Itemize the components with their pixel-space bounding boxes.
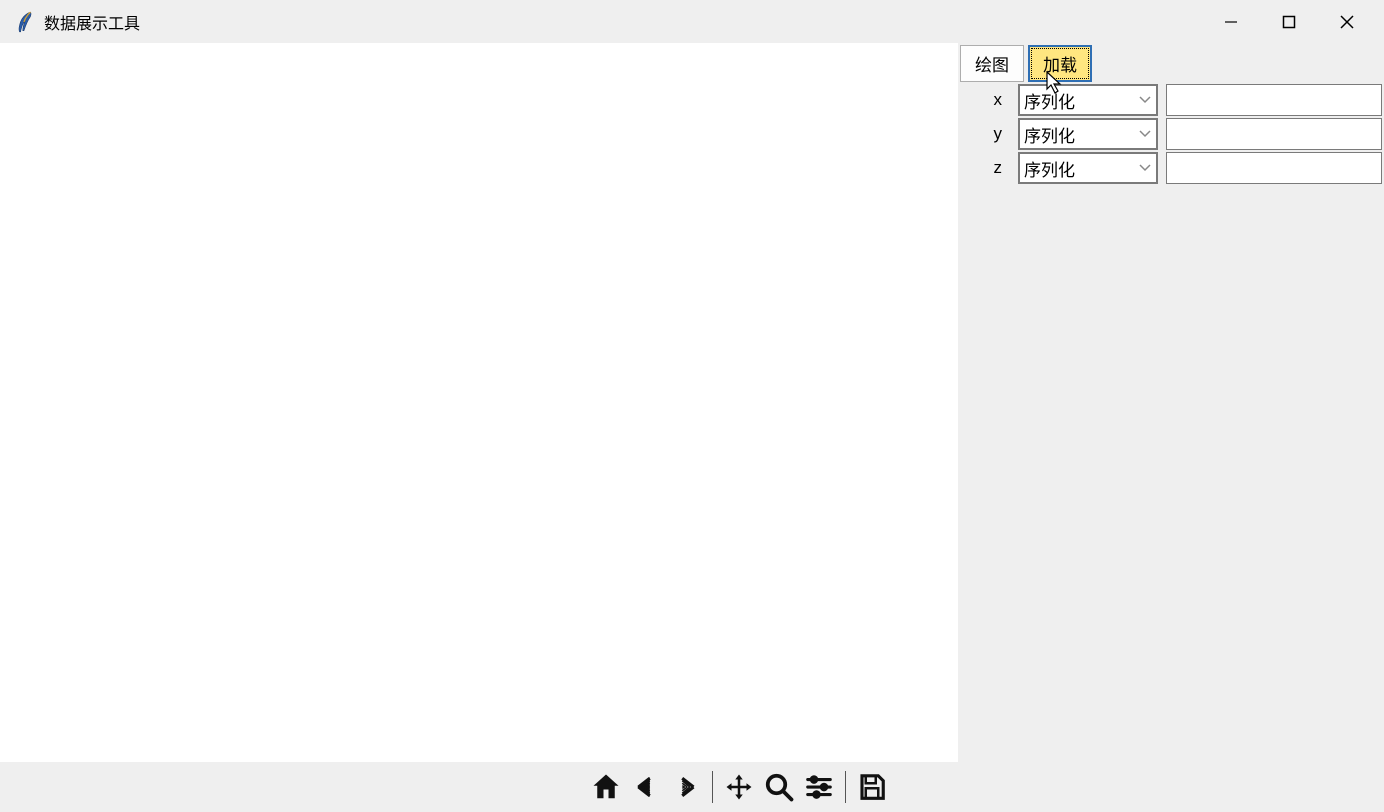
- y-label: y: [960, 124, 1018, 144]
- y-entry[interactable]: [1166, 118, 1382, 150]
- home-button[interactable]: [586, 767, 626, 807]
- z-entry[interactable]: [1166, 152, 1382, 184]
- x-label: x: [960, 90, 1018, 110]
- back-button[interactable]: [626, 767, 666, 807]
- minimize-button[interactable]: [1202, 0, 1260, 43]
- side-panel: 绘图 加载 x 序列化 y 序列化 z: [958, 43, 1384, 762]
- pan-button[interactable]: [719, 767, 759, 807]
- chevron-down-icon: [1134, 130, 1156, 138]
- maximize-button[interactable]: [1260, 0, 1318, 43]
- save-button[interactable]: [852, 767, 892, 807]
- plot-canvas: [0, 43, 958, 762]
- x-combo[interactable]: 序列化: [1018, 84, 1158, 116]
- app-feather-icon: [16, 10, 34, 34]
- y-combo[interactable]: 序列化: [1018, 118, 1158, 150]
- chevron-down-icon: [1134, 96, 1156, 104]
- z-combo-value: 序列化: [1020, 156, 1134, 181]
- chevron-down-icon: [1134, 164, 1156, 172]
- toolbar-separator: [845, 771, 846, 803]
- matplotlib-toolbar: [0, 762, 1384, 812]
- y-combo-value: 序列化: [1020, 122, 1134, 147]
- z-combo[interactable]: 序列化: [1018, 152, 1158, 184]
- configure-button[interactable]: [799, 767, 839, 807]
- window-title: 数据展示工具: [44, 10, 140, 34]
- x-entry[interactable]: [1166, 84, 1382, 116]
- zoom-button[interactable]: [759, 767, 799, 807]
- load-button[interactable]: 加载: [1028, 45, 1092, 82]
- close-button[interactable]: [1318, 0, 1376, 43]
- z-label: z: [960, 158, 1018, 178]
- forward-button[interactable]: [666, 767, 706, 807]
- toolbar-separator: [712, 771, 713, 803]
- title-bar: 数据展示工具: [0, 0, 1384, 43]
- x-combo-value: 序列化: [1020, 88, 1134, 113]
- plot-button[interactable]: 绘图: [960, 45, 1024, 82]
